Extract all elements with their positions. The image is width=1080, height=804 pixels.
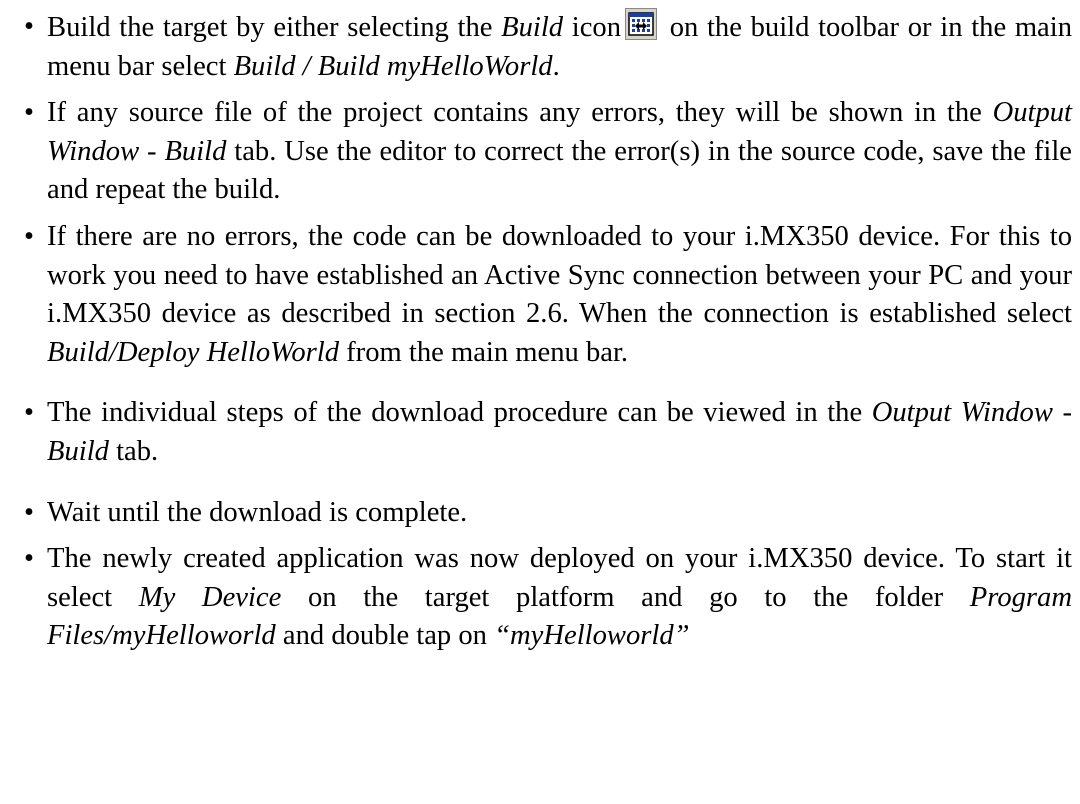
item-text: from the main menu bar. <box>339 336 629 368</box>
instruction-list: • Build the target by either selecting t… <box>22 8 1072 656</box>
bullet-glyph: • <box>24 543 35 575</box>
item-emphasis: “myHelloworld” <box>494 620 690 652</box>
item-emphasis: Build / Build myHelloWorld <box>233 50 553 82</box>
bullet-glyph: • <box>24 11 35 42</box>
list-item: • The individual steps of the download p… <box>22 394 1072 471</box>
item-text: If any source file of the project contai… <box>47 97 993 129</box>
list-item: • If any source file of the project cont… <box>22 94 1072 210</box>
list-item: • The newly created application was now … <box>22 540 1072 656</box>
item-text: Build the target by either selecting the <box>47 12 502 43</box>
list-item: • Wait until the download is complete. <box>22 494 1072 533</box>
item-emphasis: Build/Deploy HelloWorld <box>47 336 339 368</box>
item-text: and double tap on <box>275 620 495 652</box>
item-text: tab. <box>108 435 159 467</box>
item-emphasis: My Device <box>138 581 282 613</box>
list-item: • Build the target by either selecting t… <box>22 8 1072 86</box>
item-text: The individual steps of the download pro… <box>47 397 872 429</box>
bullet-glyph: • <box>24 397 35 429</box>
item-text: Wait until the download is complete. <box>47 496 468 528</box>
bullet-glyph: • <box>24 97 35 129</box>
item-text: on the target platform and go to the fol… <box>281 581 970 613</box>
build-icon <box>625 8 658 40</box>
document-body: • Build the target by either selecting t… <box>22 8 1072 664</box>
item-text: If there are no errors, the code can be … <box>47 220 1072 330</box>
item-text: icon <box>563 12 622 43</box>
list-item: • If there are no errors, the code can b… <box>22 218 1072 372</box>
item-text: . <box>552 50 560 82</box>
bullet-glyph: • <box>24 220 35 252</box>
bullet-glyph: • <box>24 496 35 528</box>
item-emphasis: Build <box>501 12 564 43</box>
